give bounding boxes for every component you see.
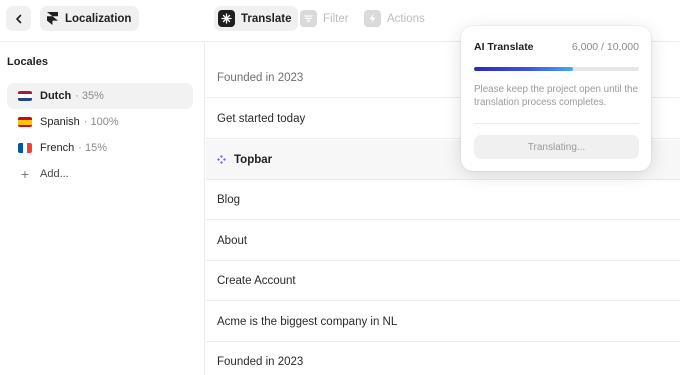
lightning-icon — [364, 10, 381, 27]
locale-progress: · 15% — [78, 142, 107, 154]
list-item-label: About — [217, 234, 248, 247]
locale-item-dutch[interactable]: Dutch · 35% — [7, 83, 193, 109]
locale-item-spanish[interactable]: Spanish · 100% — [7, 109, 193, 135]
popover-title: AI Translate — [474, 41, 534, 53]
list-item-label: Create Account — [217, 274, 296, 287]
group-header-label: Topbar — [234, 153, 273, 166]
translation-progress-fill — [474, 67, 573, 71]
filter-icon — [300, 10, 317, 27]
popover-message: Please keep the project open until the t… — [474, 84, 638, 108]
translating-button[interactable]: Translating... — [474, 135, 639, 159]
list-item-label: Founded in 2023 — [217, 355, 304, 368]
locale-name: Spanish — [40, 116, 80, 128]
list-item[interactable]: Acme is the biggest company in NL — [206, 302, 680, 342]
list-item-label: Get started today — [217, 112, 306, 125]
project-label: Localization — [65, 12, 132, 25]
actions-tab[interactable]: Actions — [360, 6, 431, 31]
component-icon — [217, 155, 226, 164]
list-item[interactable]: Founded in 2023 — [206, 342, 680, 375]
add-locale-button[interactable]: + Add... — [7, 161, 193, 187]
list-item[interactable]: Create Account — [206, 261, 680, 301]
project-button[interactable]: Localization — [40, 6, 140, 31]
sidebar-title: Locales — [7, 56, 48, 68]
translate-label: Translate — [241, 12, 292, 25]
chevron-left-icon — [15, 14, 21, 23]
locale-item-french[interactable]: French · 15% — [7, 135, 193, 161]
es-flag-icon — [18, 117, 32, 127]
translate-tab[interactable]: Translate — [214, 6, 298, 31]
ai-translate-popover: AI Translate 6,000 / 10,000 Please keep … — [461, 26, 651, 171]
filter-tab[interactable]: Filter — [296, 6, 355, 31]
locale-name: French — [40, 142, 75, 154]
list-item[interactable]: About — [206, 221, 680, 261]
locale-progress: · 100% — [83, 116, 119, 128]
list-item-label: Blog — [217, 193, 241, 206]
locales-sidebar: Locales Dutch · 35% Spanish · 100% Frenc… — [0, 43, 205, 375]
translate-icon — [218, 10, 235, 27]
translation-count: 6,000 / 10,000 — [571, 41, 639, 53]
list-item[interactable]: Blog — [206, 180, 680, 220]
nl-flag-icon — [18, 91, 32, 101]
locale-name: Dutch — [40, 90, 72, 102]
plus-icon: + — [20, 166, 30, 182]
list-item-label: Founded in 2023 — [217, 71, 304, 84]
add-locale-label: Add... — [40, 168, 69, 180]
framer-logo-icon — [46, 12, 59, 25]
fr-flag-icon — [18, 143, 32, 153]
divider — [474, 123, 639, 124]
filter-label: Filter — [323, 12, 349, 25]
translation-progress-bar — [474, 67, 639, 71]
back-button[interactable] — [6, 6, 31, 31]
actions-label: Actions — [387, 12, 425, 25]
locale-progress: · 35% — [75, 90, 104, 102]
list-item-label: Acme is the biggest company in NL — [217, 315, 398, 328]
